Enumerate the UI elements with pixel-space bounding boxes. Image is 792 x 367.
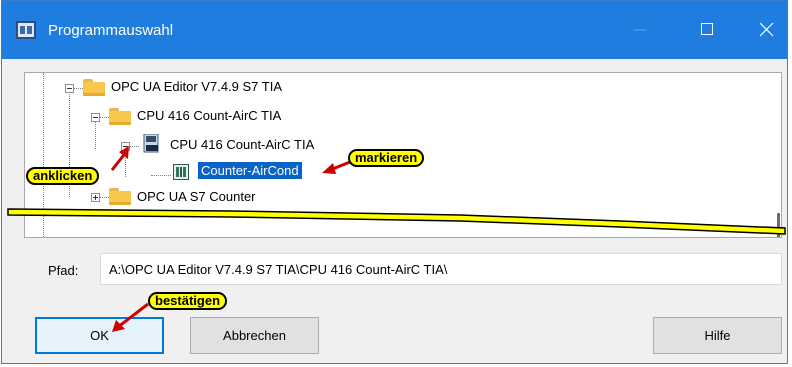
arrow-icon	[110, 146, 129, 171]
callout-confirm: bestätigen	[148, 292, 228, 310]
annotation-overlay	[7, 146, 786, 332]
arrow-icon	[112, 302, 149, 332]
callout-mark: markieren	[348, 149, 425, 167]
torn-edge-band	[7, 208, 786, 235]
arrow-icon	[322, 160, 351, 174]
callout-click: anklicken	[26, 167, 100, 185]
